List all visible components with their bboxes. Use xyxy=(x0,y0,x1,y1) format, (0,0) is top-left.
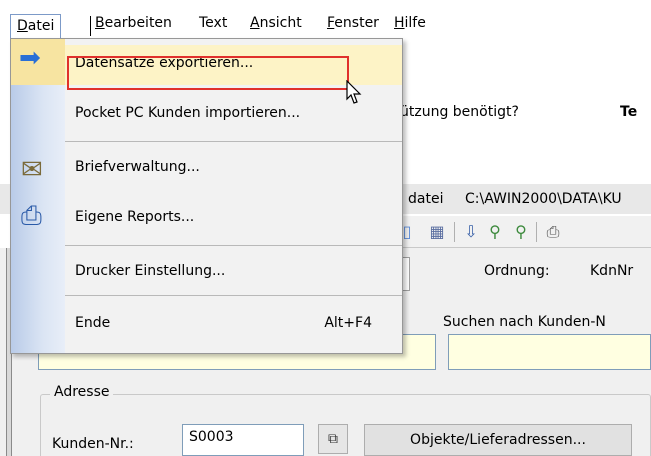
menu-item-briefverwaltung-label: Briefverwaltung... xyxy=(75,159,200,175)
menu-text[interactable]: Text xyxy=(199,12,227,34)
menu-icon-strip xyxy=(11,39,65,353)
search-next-icon[interactable]: ⚲ xyxy=(510,221,532,243)
grid-icon[interactable]: ▦ xyxy=(426,221,448,243)
menu-bearbeiten[interactable]: Bearbeiten xyxy=(95,12,172,34)
menu-datei-rest: atei xyxy=(27,18,55,34)
menu-item-drucker[interactable]: Drucker Einstellung... xyxy=(65,253,402,293)
mouse-cursor-icon xyxy=(346,80,362,104)
address-group-label: Adresse xyxy=(50,384,114,400)
toolbar-separator xyxy=(454,222,455,242)
menu-fenster[interactable]: Fenster xyxy=(327,12,379,34)
order-value: KdnNr xyxy=(590,263,634,279)
customer-no-input[interactable]: S0003 xyxy=(182,424,304,456)
toolbar: ▯ ▦ ⇩ ⚲ ⚲ ⎙ xyxy=(380,216,651,248)
menu-datei[interactable]: Datei xyxy=(10,14,62,38)
copy-icon: ⧉ xyxy=(328,431,338,447)
menu-item-briefverwaltung[interactable]: Briefverwaltung... xyxy=(65,149,402,189)
sort-icon[interactable]: ⇩ xyxy=(460,221,482,243)
menu-item-ende-shortcut: Alt+F4 xyxy=(324,315,372,331)
file-path: C:\AWIN2000\DATA\KU xyxy=(465,191,622,207)
menu-hilfe[interactable]: Hilfe xyxy=(394,12,426,34)
menubar: Datei Bearbeiten Text Ansicht Fenster Hi… xyxy=(0,0,651,40)
red-highlight-box xyxy=(67,56,349,90)
print-icon[interactable]: ⎙ xyxy=(542,221,564,243)
menu-item-ende-label: Ende xyxy=(75,315,111,331)
menu-item-drucker-label: Drucker Einstellung... xyxy=(75,263,226,279)
search-input-right[interactable] xyxy=(448,334,651,370)
question-bold-text: Te xyxy=(620,104,638,120)
toolbar-separator-2 xyxy=(536,222,537,242)
envelope-pen-icon: ✉ xyxy=(21,155,43,185)
file-label: datei xyxy=(408,191,444,207)
objects-button[interactable]: Objekte/Lieferadressen... xyxy=(364,424,632,456)
copy-button[interactable]: ⧉ xyxy=(318,424,348,454)
datei-dropdown-menu: ➡ Datensätze exportieren... Pocket PC Ku… xyxy=(10,38,403,354)
search-plus-icon[interactable]: ⚲ xyxy=(484,221,506,243)
menu-item-eigene-reports[interactable]: Eigene Reports... xyxy=(65,199,402,239)
customer-no-label: Kunden-Nr.: xyxy=(52,436,134,452)
menubar-separator xyxy=(90,16,91,36)
menu-ansicht[interactable]: Ansicht xyxy=(250,12,302,34)
printer-icon: ⎙ xyxy=(21,201,42,231)
menu-divider-3 xyxy=(65,295,402,296)
search-label: Suchen nach Kunden-N xyxy=(443,314,606,330)
arrow-right-icon: ➡ xyxy=(19,43,41,73)
question-text: ützung benötigt? xyxy=(400,104,519,120)
menu-divider xyxy=(65,141,402,142)
menu-item-pocket-import-label: Pocket PC Kunden importieren... xyxy=(75,105,301,121)
menu-divider-2 xyxy=(65,245,402,246)
menu-item-ende[interactable]: Ende Alt+F4 xyxy=(65,305,402,345)
menu-item-eigene-reports-label: Eigene Reports... xyxy=(75,209,195,225)
order-label: Ordnung: xyxy=(484,263,550,279)
